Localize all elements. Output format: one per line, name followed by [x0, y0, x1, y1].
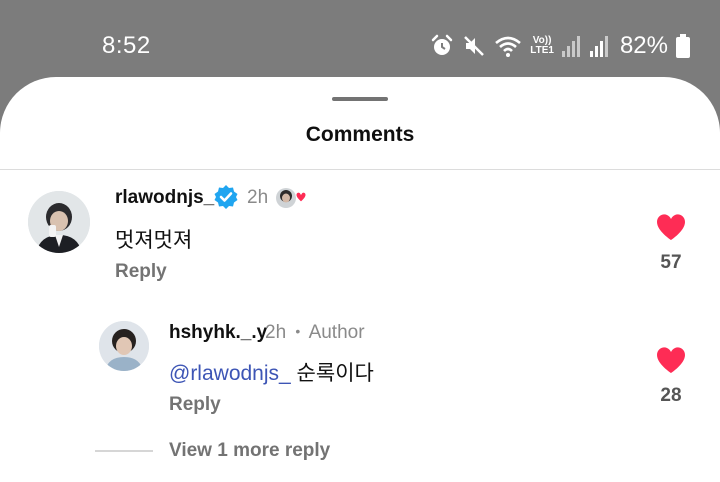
mute-icon — [462, 34, 486, 58]
reply-meta: 2h • Author — [265, 322, 365, 344]
alarm-icon — [430, 34, 454, 58]
drag-handle[interactable] — [332, 97, 388, 101]
comments-sheet: Comments rlawodnjs_ 2h 멋져멋져 Reply 57 hsh… — [0, 77, 720, 482]
reply-button[interactable]: Reply — [169, 394, 221, 416]
view-more-divider — [95, 450, 153, 452]
divider — [0, 169, 720, 170]
reply-button[interactable]: Reply — [115, 261, 167, 283]
status-bar: 8:52 Vo)) LTE1 82% — [0, 0, 720, 80]
heart-icon — [656, 347, 686, 378]
meta-separator: • — [295, 323, 301, 339]
reply-text: @rlawodnjs_ 순록이다 — [169, 357, 374, 387]
sheet-title: Comments — [305, 123, 415, 146]
reply-text-content: 순록이다 — [290, 362, 374, 385]
signal-icon — [561, 35, 582, 57]
battery-icon — [676, 34, 690, 58]
wifi-icon — [494, 34, 522, 58]
verified-badge-icon — [213, 184, 239, 215]
reply-username[interactable]: hshyhk._.y — [169, 322, 267, 344]
like-button[interactable]: 28 — [651, 346, 691, 407]
battery-percent: 82% — [619, 32, 668, 59]
creator-liked-icon — [275, 185, 307, 211]
heart-icon — [656, 214, 686, 245]
like-count: 57 — [660, 252, 682, 273]
reply-time: 2h — [265, 322, 287, 343]
comment-username[interactable]: rlawodnjs_ — [115, 187, 214, 209]
signal-icon — [589, 35, 610, 57]
comment-time: 2h — [247, 187, 269, 208]
volte-bottom: LTE1 — [530, 45, 554, 56]
like-button[interactable]: 57 — [651, 213, 691, 274]
comment-text: 멋져멋져 — [115, 229, 193, 252]
volte-label: Vo)) LTE1 — [530, 36, 554, 56]
status-icons: Vo)) LTE1 82% — [430, 30, 690, 62]
view-more-replies-button[interactable]: View 1 more reply — [169, 440, 330, 462]
avatar[interactable] — [99, 321, 149, 371]
status-time: 8:52 — [102, 32, 151, 59]
like-count: 28 — [660, 385, 682, 406]
author-label: Author — [308, 322, 365, 343]
mention-link[interactable]: @rlawodnjs_ — [169, 362, 291, 385]
avatar[interactable] — [28, 191, 90, 253]
